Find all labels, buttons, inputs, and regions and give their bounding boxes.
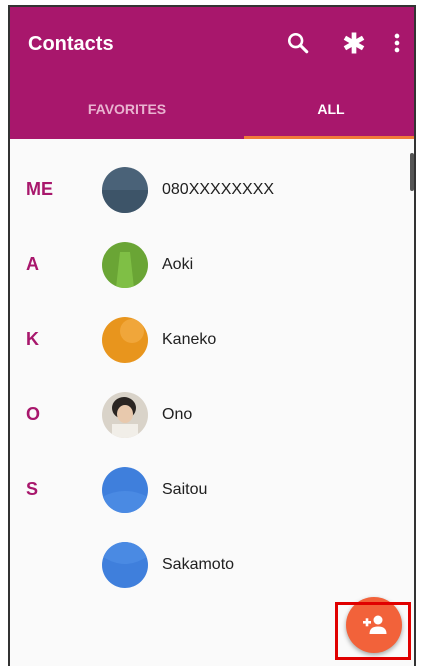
- scrollbar[interactable]: [410, 153, 414, 191]
- contact-row-kaneko[interactable]: K Kaneko: [10, 305, 414, 379]
- section-letter: ME: [26, 179, 53, 199]
- avatar: [102, 317, 148, 363]
- contact-name: Aoki: [162, 256, 194, 273]
- avatar: [102, 242, 148, 288]
- contact-row-aoki[interactable]: A Aoki: [10, 230, 414, 304]
- contact-name: Saitou: [162, 481, 208, 498]
- app-title: Contacts: [28, 33, 114, 55]
- search-icon[interactable]: [284, 29, 312, 57]
- more-vert-icon[interactable]: [390, 29, 404, 57]
- section-letter: A: [26, 254, 39, 274]
- tab-favorites[interactable]: FAVORITES: [10, 91, 244, 139]
- phone-screen: Contacts FAVORITES ALL ME 080XXXXXXXX A …: [8, 5, 416, 666]
- contact-row-saitou[interactable]: S Saitou: [10, 455, 414, 529]
- tab-bar: FAVORITES ALL: [10, 91, 414, 139]
- tab-all[interactable]: ALL: [244, 91, 414, 139]
- contact-row-sakamoto[interactable]: Sakamoto: [10, 530, 414, 604]
- contact-list[interactable]: ME 080XXXXXXXX A Aoki K Kaneko O Ono S S…: [10, 139, 414, 666]
- highlight-box: [335, 602, 411, 660]
- avatar: [102, 392, 148, 438]
- section-letter: O: [26, 404, 41, 424]
- asterisk-icon[interactable]: [340, 29, 368, 57]
- section-letter: K: [26, 329, 39, 349]
- contact-row-me[interactable]: ME 080XXXXXXXX: [10, 155, 414, 229]
- contact-name: Kaneko: [162, 331, 217, 348]
- section-letter: S: [26, 479, 39, 499]
- contact-name: 080XXXXXXXX: [162, 181, 275, 198]
- contact-name: Ono: [162, 406, 193, 423]
- app-bar: Contacts FAVORITES ALL: [10, 7, 414, 139]
- contact-row-ono[interactable]: O Ono: [10, 380, 414, 454]
- avatar: [102, 167, 148, 213]
- avatar: [102, 542, 148, 588]
- contact-name: Sakamoto: [162, 556, 235, 573]
- avatar: [102, 467, 148, 513]
